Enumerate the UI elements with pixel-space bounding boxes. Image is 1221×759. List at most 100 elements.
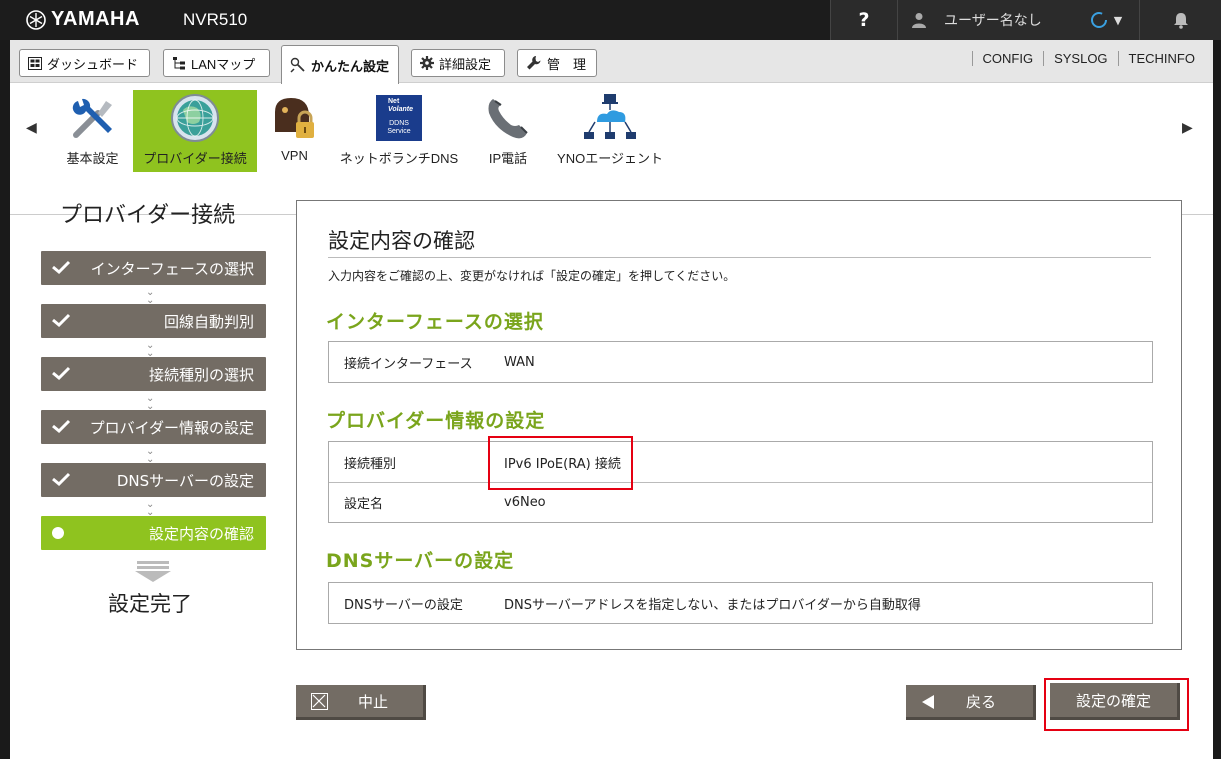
tab-management[interactable]: 管 理 [517, 49, 597, 77]
tab-easy-setup[interactable]: かんたん設定 [281, 45, 399, 84]
step-dns-server: DNSサーバーの設定 [41, 463, 266, 497]
step-line-auto-detect: 回線自動判別 [41, 304, 266, 338]
chevron-down-icon: ▼ [1113, 13, 1123, 27]
wizard-yno-agent[interactable]: YNOエージェント [555, 90, 665, 172]
wizard-provider-connection[interactable]: プロバイダー接続 [133, 90, 257, 172]
user-name: ユーザー名なし [944, 13, 1042, 29]
chevron-down-icon: ⌄ ⌄ [146, 446, 155, 465]
setup-complete-label: 設定完了 [108, 592, 192, 616]
yamaha-emblem-icon [26, 9, 46, 30]
wizard-icon-row: ◀ 基本設定 プロバイダー接続 VPN Net Volante DDNS Ser… [10, 84, 1213, 215]
section-interface-table: 接続インターフェース WAN [328, 341, 1153, 383]
wizard-label: IP電話 [488, 151, 528, 166]
vpn-lock-icon [274, 98, 314, 138]
row-key: DNSサーバーの設定 [344, 597, 463, 613]
section-provider-table: 接続種別 IPv6 IPoE(RA) 接続 設定名 v6Neo [328, 441, 1153, 523]
chevron-down-icon: ⌄ ⌄ [146, 287, 155, 306]
confirm-button-highlight [1044, 678, 1189, 731]
section-interface-title: インターフェースの選択 [326, 311, 544, 333]
wizard-ip-phone[interactable]: IP電話 [480, 90, 536, 172]
tab-dashboard[interactable]: ダッシュボード [19, 49, 150, 77]
tab-lan-map[interactable]: LANマップ [163, 49, 270, 77]
ddns-icon: Net Volante DDNS Service [376, 95, 422, 141]
panel-description: 入力内容をご確認の上、変更がなければ「設定の確定」を押してください。 [328, 269, 736, 283]
step-label: 接続種別の選択 [148, 365, 254, 384]
wizard-title: プロバイダー接続 [60, 203, 236, 228]
bell-icon [1173, 12, 1188, 29]
tab-label: 詳細設定 [439, 56, 492, 72]
config-link[interactable]: CONFIG [971, 51, 1044, 66]
wizard-label: プロバイダー接続 [143, 151, 247, 166]
tab-label: LANマップ [191, 56, 256, 72]
table-row: 接続インターフェース WAN [329, 342, 1152, 382]
yamaha-logo: YAMAHA [26, 8, 140, 31]
step-provider-info: プロバイダー情報の設定 [41, 410, 266, 444]
close-box-icon [311, 693, 328, 710]
notification-button[interactable] [1139, 0, 1221, 40]
wizard-label: YNOエージェント [557, 151, 663, 166]
user-icon [912, 13, 926, 28]
chevron-down-icon: ⌄ ⌄ [146, 340, 155, 359]
check-icon [52, 419, 71, 434]
dashboard-icon [28, 56, 42, 70]
section-provider-title: プロバイダー情報の設定 [326, 410, 546, 432]
table-row: 接続種別 IPv6 IPoE(RA) 接続 [329, 442, 1152, 482]
step-label: 回線自動判別 [163, 312, 254, 331]
tab-label: ダッシュボード [47, 56, 139, 72]
back-label: 戻る [966, 692, 997, 711]
top-bar-controls: ? ユーザー名なし ▼ [830, 0, 1221, 40]
ddns-icon-text: DDNS [389, 120, 409, 127]
user-menu[interactable]: ユーザー名なし ▼ [897, 0, 1139, 40]
step-label: インターフェースの選択 [90, 259, 254, 278]
wizard-netvolante-dns[interactable]: Net Volante DDNS Service ネットボランチDNS [334, 90, 464, 172]
section-dns-table: DNSサーバーの設定 DNSサーバーアドレスを指定しない、またはプロバイダーから… [328, 582, 1153, 624]
step-interface-selection: インターフェースの選択 [41, 251, 266, 285]
ddns-icon-text: Service [387, 128, 411, 135]
chevron-down-icon: ⌄ ⌄ [146, 393, 155, 412]
scroll-right-arrow-icon[interactable]: ▶ [1182, 120, 1193, 136]
model-name: NVR510 [183, 10, 248, 29]
row-value: WAN [504, 354, 535, 370]
scroll-left-arrow-icon[interactable]: ◀ [26, 120, 37, 136]
tab-label: かんたん設定 [311, 58, 390, 74]
row-value: v6Neo [504, 495, 546, 510]
gear-icon [420, 56, 434, 70]
phone-icon [488, 99, 528, 139]
easy-setup-icon [290, 57, 305, 73]
help-icon: ? [858, 9, 870, 31]
brand-name: YAMAHA [51, 8, 140, 30]
main-tabs-bar: ダッシュボード LANマップ かんたん設定 詳細設定 管 理 CONFIG SY… [10, 40, 1213, 84]
ddns-icon-text: Net [388, 98, 400, 105]
check-icon [52, 313, 71, 328]
syslog-link[interactable]: SYSLOG [1043, 51, 1117, 66]
ddns-icon-text: Volante [388, 106, 414, 113]
step-label: DNSサーバーの設定 [116, 471, 254, 490]
down-arrow-icon [135, 561, 171, 582]
table-row: 設定名 v6Neo [329, 482, 1152, 522]
help-button[interactable]: ? [830, 0, 897, 40]
wrench-icon [527, 56, 541, 70]
cancel-button[interactable]: 中止 [296, 685, 426, 720]
main-frame: ダッシュボード LANマップ かんたん設定 詳細設定 管 理 CONFIG SY… [10, 40, 1213, 759]
lan-map-icon [173, 57, 185, 70]
techinfo-link[interactable]: TECHINFO [1117, 51, 1205, 66]
current-step-dot [52, 527, 64, 539]
wizard-vpn[interactable]: VPN [267, 90, 322, 172]
back-button[interactable]: 戻る [906, 685, 1036, 720]
chevron-down-icon: ⌄ ⌄ [146, 499, 155, 518]
tab-advanced-settings[interactable]: 詳細設定 [411, 49, 505, 77]
row-key: 設定名 [344, 497, 384, 512]
row-key: 接続インターフェース [344, 356, 473, 372]
step-confirm-settings: 設定内容の確認 [41, 516, 266, 550]
table-row: DNSサーバーの設定 DNSサーバーアドレスを指定しない、またはプロバイダーから… [329, 583, 1152, 623]
loading-spinner-icon [1090, 12, 1107, 28]
check-icon [52, 366, 71, 381]
wizard-label: 基本設定 [66, 151, 119, 166]
check-icon [52, 260, 71, 275]
title-divider [328, 257, 1151, 258]
check-icon [52, 472, 71, 487]
wizard-label: VPN [281, 148, 308, 163]
back-arrow-icon [922, 695, 934, 709]
wizard-basic-settings[interactable]: 基本設定 [60, 90, 125, 172]
confirmation-panel: 設定内容の確認 入力内容をご確認の上、変更がなければ「設定の確定」を押してくださ… [296, 200, 1182, 650]
